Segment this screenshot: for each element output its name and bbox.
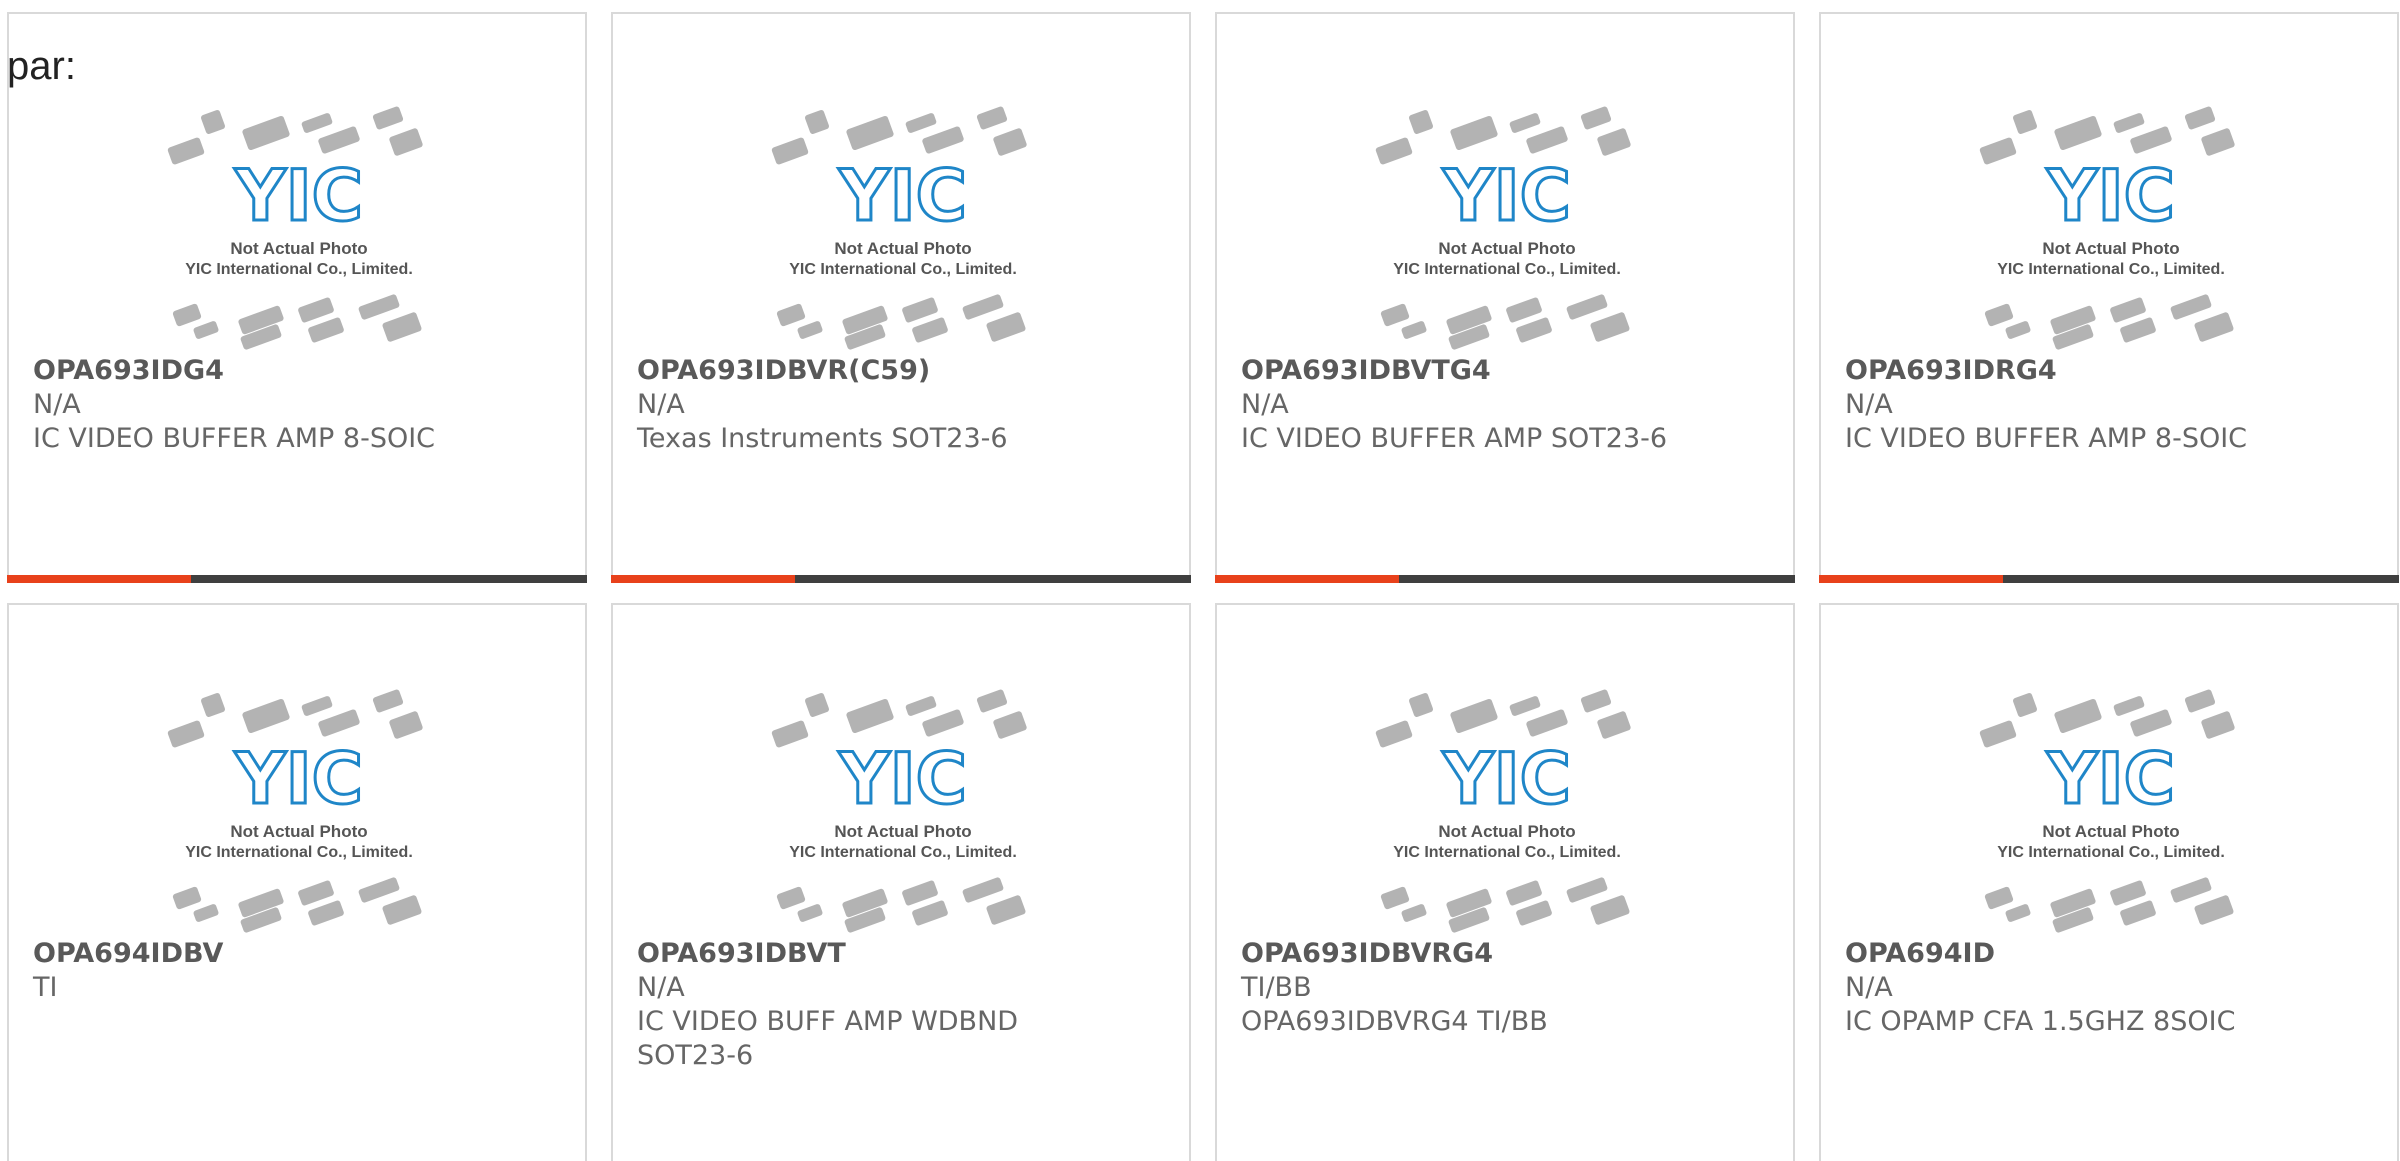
yic-logo: YIC <box>234 155 363 237</box>
company-name-text: YIC International Co., Limited. <box>1393 261 1621 278</box>
description: IC OPAMP CFA 1.5GHZ 8SOIC <box>1845 1006 2236 1037</box>
part-number[interactable]: OPA693IDBVRG4 <box>1241 937 1769 971</box>
card-accent <box>611 575 795 583</box>
description: Texas Instruments SOT23-6 <box>637 423 1008 454</box>
chip-icons-bottom <box>776 294 1026 350</box>
not-actual-photo-image: YIC Not Actual Photo YIC International Co.… <box>1979 689 2235 933</box>
company-name-text: YIC International Co., Limited. <box>789 261 1017 278</box>
yic-logo: YIC <box>838 155 967 237</box>
not-actual-photo-text: Not Actual Photo <box>834 822 971 841</box>
product-info: OPA693IDG4 N/A IC VIDEO BUFFER AMP 8-SOI… <box>33 354 561 456</box>
part-number[interactable]: OPA693IDBVT <box>637 937 1165 971</box>
product-info: OPA694IDBV TI <box>33 937 561 1005</box>
product-card[interactable]: YIC Not Actual Photo YIC International Co.… <box>1215 12 1795 583</box>
card-accent <box>1819 575 2003 583</box>
not-actual-photo-image: YIC Not Actual Photo YIC International Co.… <box>1375 106 1631 350</box>
company-name-text: YIC International Co., Limited. <box>1997 844 2225 861</box>
chip-icons-bottom <box>776 877 1026 933</box>
manufacturer: N/A <box>1241 389 1289 420</box>
product-card[interactable]: YIC Not Actual Photo YIC International Co.… <box>1819 603 2399 1161</box>
chip-icons-bottom <box>1984 877 2234 933</box>
part-number[interactable]: OPA693IDG4 <box>33 354 561 388</box>
product-info: OPA693IDBVRG4 TI/BB OPA693IDBVRG4 TI/BB <box>1241 937 1769 1039</box>
company-name-text: YIC International Co., Limited. <box>1393 844 1621 861</box>
manufacturer: TI/BB <box>1241 972 1312 1003</box>
not-actual-photo-image: YIC Not Actual Photo YIC International Co.… <box>167 689 423 933</box>
company-name-text: YIC International Co., Limited. <box>185 261 413 278</box>
product-card[interactable]: YIC Not Actual Photo YIC International Co.… <box>7 603 587 1161</box>
card-bottom-bar <box>611 575 1191 583</box>
product-card[interactable]: YIC Not Actual Photo YIC International Co.… <box>611 12 1191 583</box>
part-number[interactable]: OPA693IDRG4 <box>1845 354 2373 388</box>
yic-logo: YIC <box>838 738 967 820</box>
card-accent <box>1215 575 1399 583</box>
company-name-text: YIC International Co., Limited. <box>185 844 413 861</box>
not-actual-photo-text: Not Actual Photo <box>230 822 367 841</box>
not-actual-photo-image: YIC Not Actual Photo YIC International Co.… <box>1979 106 2235 350</box>
not-actual-photo-text: Not Actual Photo <box>230 239 367 258</box>
chip-icons-bottom <box>172 294 422 350</box>
card-accent <box>7 575 191 583</box>
part-number[interactable]: OPA694ID <box>1845 937 2373 971</box>
product-card[interactable]: YIC Not Actual Photo YIC International Co.… <box>7 12 587 583</box>
product-card[interactable]: YIC Not Actual Photo YIC International Co.… <box>611 603 1191 1161</box>
chip-icons-bottom <box>172 877 422 933</box>
card-bottom-bar <box>1819 575 2399 583</box>
not-actual-photo-text: Not Actual Photo <box>1438 822 1575 841</box>
card-bottom-bar <box>7 575 587 583</box>
description: IC VIDEO BUFFER AMP 8-SOIC <box>33 423 436 454</box>
manufacturer: N/A <box>637 389 685 420</box>
not-actual-photo-text: Not Actual Photo <box>834 239 971 258</box>
chip-icons-bottom <box>1984 294 2234 350</box>
company-name-text: YIC International Co., Limited. <box>1997 261 2225 278</box>
product-card[interactable]: YIC Not Actual Photo YIC International Co.… <box>1819 12 2399 583</box>
yic-logo: YIC <box>234 738 363 820</box>
product-info: OPA693IDBVR(C59) N/A Texas Instruments S… <box>637 354 1165 456</box>
not-actual-photo-image: YIC Not Actual Photo YIC International Co.… <box>771 689 1027 933</box>
manufacturer: TI <box>33 972 58 1003</box>
not-actual-photo-text: Not Actual Photo <box>1438 239 1575 258</box>
part-number[interactable]: OPA694IDBV <box>33 937 561 971</box>
product-info: OPA693IDBVT N/A IC VIDEO BUFF AMP WDBND … <box>637 937 1165 1073</box>
product-grid: YIC Not Actual Photo YIC International Co.… <box>0 0 2400 1161</box>
description-line2: SOT23-6 <box>637 1040 754 1071</box>
not-actual-photo-image: YIC Not Actual Photo YIC International Co.… <box>771 106 1027 350</box>
chip-icons-bottom <box>1380 877 1630 933</box>
description: IC VIDEO BUFF AMP WDBND <box>637 1006 1019 1037</box>
chip-icons-bottom <box>1380 294 1630 350</box>
description: IC VIDEO BUFFER AMP SOT23-6 <box>1241 423 1668 454</box>
not-actual-photo-image: YIC Not Actual Photo YIC International Co.… <box>1375 689 1631 933</box>
product-info: OPA694ID N/A IC OPAMP CFA 1.5GHZ 8SOIC <box>1845 937 2373 1039</box>
product-info: OPA693IDRG4 N/A IC VIDEO BUFFER AMP 8-SO… <box>1845 354 2373 456</box>
not-actual-photo-text: Not Actual Photo <box>2042 239 2179 258</box>
part-number[interactable]: OPA693IDBVTG4 <box>1241 354 1769 388</box>
description: IC VIDEO BUFFER AMP 8-SOIC <box>1845 423 2248 454</box>
manufacturer: N/A <box>1845 389 1893 420</box>
part-number[interactable]: OPA693IDBVR(C59) <box>637 354 1165 388</box>
manufacturer: N/A <box>33 389 81 420</box>
yic-logo: YIC <box>2046 155 2175 237</box>
description: OPA693IDBVRG4 TI/BB <box>1241 1006 1548 1037</box>
yic-logo: YIC <box>2046 738 2175 820</box>
not-actual-photo-image: YIC Not Actual Photo YIC International Co.… <box>167 106 423 350</box>
not-actual-photo-text: Not Actual Photo <box>2042 822 2179 841</box>
company-name-text: YIC International Co., Limited. <box>789 844 1017 861</box>
yic-logo: YIC <box>1442 738 1571 820</box>
product-info: OPA693IDBVTG4 N/A IC VIDEO BUFFER AMP SO… <box>1241 354 1769 456</box>
product-card[interactable]: YIC Not Actual Photo YIC International Co.… <box>1215 603 1795 1161</box>
yic-logo: YIC <box>1442 155 1571 237</box>
manufacturer: N/A <box>1845 972 1893 1003</box>
card-bottom-bar <box>1215 575 1795 583</box>
manufacturer: N/A <box>637 972 685 1003</box>
section-label: par: <box>7 44 76 88</box>
